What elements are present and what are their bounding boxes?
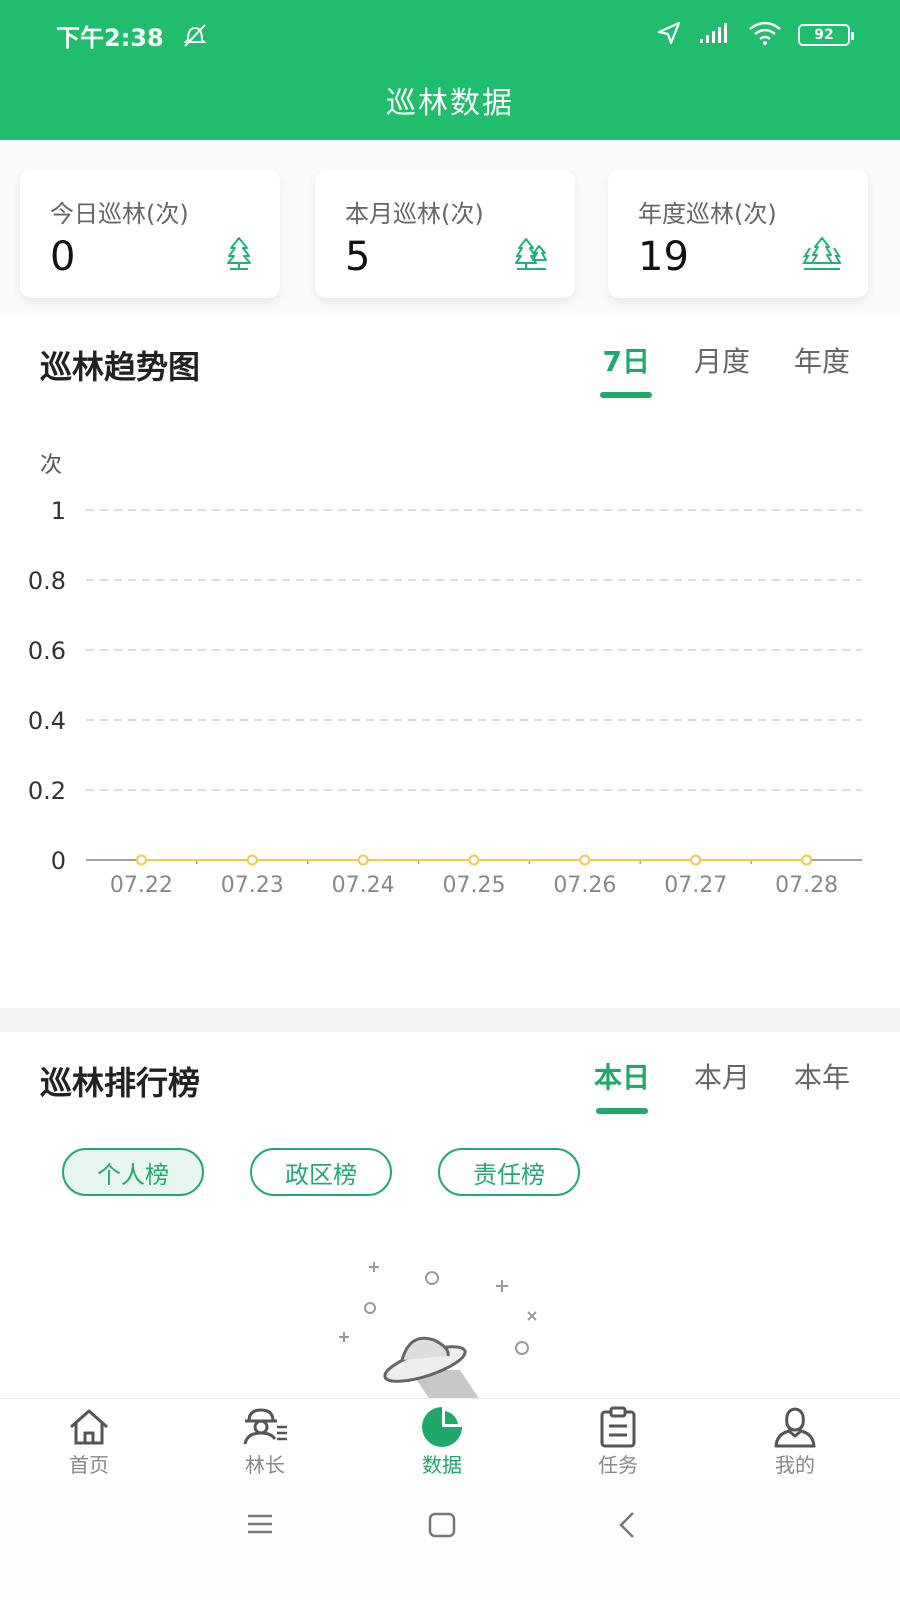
x-tick-label: 07.28 xyxy=(775,873,838,898)
app-header: 下午2:38 92 巡林数据 xyxy=(0,0,900,140)
status-bar: 下午2:38 92 xyxy=(0,0,900,70)
data-point xyxy=(468,854,480,866)
user-icon xyxy=(735,1405,855,1449)
data-point xyxy=(690,854,702,866)
data-point xyxy=(357,854,369,866)
nav-home[interactable]: 首页 xyxy=(29,1405,149,1478)
board-personal[interactable]: 个人榜 xyxy=(62,1148,204,1196)
tree-icon xyxy=(224,236,254,274)
nav-ranger[interactable]: 林长 xyxy=(205,1405,325,1478)
nav-label: 任务 xyxy=(598,1453,638,1477)
empty-state-illustration xyxy=(339,1262,537,1400)
x-tick-label: 07.24 xyxy=(332,873,395,898)
stat-label: 年度巡林(次) xyxy=(638,200,777,228)
stat-value: 19 xyxy=(638,234,689,280)
pie-chart-icon xyxy=(382,1405,502,1449)
x-tick-label: 07.26 xyxy=(553,873,616,898)
nav-label: 数据 xyxy=(422,1453,462,1477)
page-title: 巡林数据 xyxy=(386,86,514,121)
ranking-section: 巡林排行榜 本日 本月 本年 xyxy=(0,1032,900,1400)
y-tick-label: 1 xyxy=(51,497,66,525)
nav-label: 首页 xyxy=(69,1453,109,1477)
nav-label: 林长 xyxy=(245,1453,285,1477)
board-responsibility[interactable]: 责任榜 xyxy=(438,1148,580,1196)
menu-icon[interactable] xyxy=(246,1512,274,1536)
stat-card-year[interactable]: 年度巡林(次) 19 xyxy=(608,170,868,298)
data-point xyxy=(579,854,591,866)
ranger-icon xyxy=(205,1405,325,1449)
data-point xyxy=(135,854,147,866)
x-tick-label: 07.27 xyxy=(664,873,727,898)
home-square-icon[interactable] xyxy=(428,1512,456,1538)
y-tick-label: 0.6 xyxy=(28,637,66,665)
ranking-title: 巡林排行榜 xyxy=(40,1064,201,1102)
nav-data[interactable]: 数据 xyxy=(382,1405,502,1478)
location-icon xyxy=(656,20,682,50)
stat-value: 0 xyxy=(50,234,76,280)
data-point xyxy=(801,854,813,866)
x-tick-label: 07.22 xyxy=(110,873,173,898)
tab-today[interactable]: 本日 xyxy=(594,1056,650,1096)
x-tick-label: 07.23 xyxy=(221,873,284,898)
mute-icon xyxy=(180,20,210,54)
nav-tasks[interactable]: 任务 xyxy=(558,1405,678,1478)
tab-this-month[interactable]: 本月 xyxy=(694,1056,750,1096)
stat-card-month[interactable]: 本月巡林(次) 5 xyxy=(315,170,575,298)
trees-icon xyxy=(513,236,549,274)
trend-section: 巡林趋势图 7日 月度 年度 次 0 0.2 0.4 0.6 0.8 1 07.22 07.23… xyxy=(0,316,900,1008)
y-tick-label: 0.2 xyxy=(28,777,66,805)
stat-card-today[interactable]: 今日巡林(次) 0 xyxy=(20,170,280,298)
nav-mine[interactable]: 我的 xyxy=(735,1405,855,1478)
y-axis-label: 次 xyxy=(40,453,62,478)
home-icon xyxy=(29,1405,149,1449)
battery-indicator: 92 xyxy=(798,24,854,46)
status-time: 下午2:38 xyxy=(56,24,164,52)
nav-label: 我的 xyxy=(775,1453,815,1477)
system-nav-bar xyxy=(0,1482,900,1600)
clipboard-icon xyxy=(558,1405,678,1449)
x-tick-label: 07.25 xyxy=(443,873,506,898)
stat-value: 5 xyxy=(345,234,371,280)
bottom-nav: 首页 林长 数据 任务 我的 xyxy=(0,1398,900,1482)
back-icon[interactable] xyxy=(616,1510,638,1540)
trend-chart: 次 0 0.2 0.4 0.6 0.8 1 07.22 07.23 07.24 07.25 07.26… xyxy=(28,453,862,898)
signal-icon xyxy=(698,21,732,49)
stat-label: 今日巡林(次) xyxy=(50,200,189,228)
forest-icon xyxy=(802,236,842,274)
ranking-tabs: 本日 本月 本年 xyxy=(594,1056,850,1096)
wifi-icon xyxy=(748,20,782,50)
y-tick-label: 0.8 xyxy=(28,567,66,595)
y-tick-label: 0 xyxy=(51,847,66,875)
stat-label: 本月巡林(次) xyxy=(345,200,484,228)
data-point xyxy=(246,854,258,866)
board-district[interactable]: 政区榜 xyxy=(250,1148,392,1196)
y-tick-label: 0.4 xyxy=(28,707,66,735)
tab-this-year[interactable]: 本年 xyxy=(794,1056,850,1096)
